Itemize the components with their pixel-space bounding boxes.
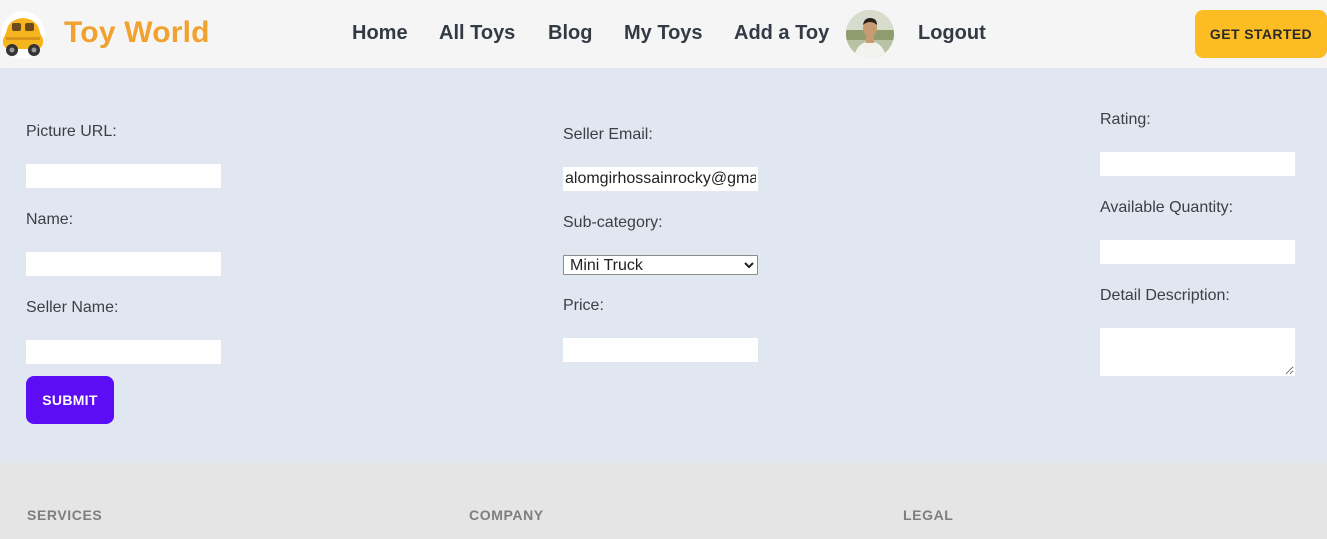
subcategory-label: Sub-category: [563,214,663,231]
picture-url-label: Picture URL: [26,123,117,140]
brand-name[interactable]: Toy World [64,16,210,50]
navbar: Toy World Home All Toys Blog My Toys Add… [0,0,1327,68]
seller-email-label: Seller Email: [563,126,653,143]
footer-company-title: COMPANY [469,507,544,523]
available-quantity-label: Available Quantity: [1100,199,1234,216]
footer-legal-title: LEGAL [903,507,954,523]
seller-email-input[interactable] [563,167,758,191]
nav-logout[interactable]: Logout [918,22,986,45]
nav-add-a-toy[interactable]: Add a Toy [734,22,829,45]
seller-name-input[interactable] [26,340,221,364]
rating-input[interactable] [1100,152,1295,176]
nav-blog[interactable]: Blog [548,22,592,45]
detail-description-textarea[interactable] [1100,328,1295,376]
subcategory-select[interactable]: Mini Truck [563,255,758,275]
seller-name-label: Seller Name: [26,299,119,316]
rating-label: Rating: [1100,111,1151,128]
picture-url-input[interactable] [26,164,221,188]
get-started-button[interactable]: GET STARTED [1195,10,1327,58]
nav-my-toys[interactable]: My Toys [624,22,703,45]
footer: SERVICES COMPANY LEGAL [0,463,1327,539]
avatar[interactable] [846,10,894,58]
submit-button[interactable]: SUBMIT [26,376,114,424]
name-input[interactable] [26,252,221,276]
nav-home[interactable]: Home [352,22,408,45]
detail-description-label: Detail Description: [1100,287,1230,304]
price-input[interactable] [563,338,758,362]
available-quantity-input[interactable] [1100,240,1295,264]
name-label: Name: [26,211,74,228]
car-icon[interactable] [0,9,46,59]
price-label: Price: [563,297,604,314]
nav-all-toys[interactable]: All Toys [439,22,515,45]
footer-services-title: SERVICES [27,507,103,523]
